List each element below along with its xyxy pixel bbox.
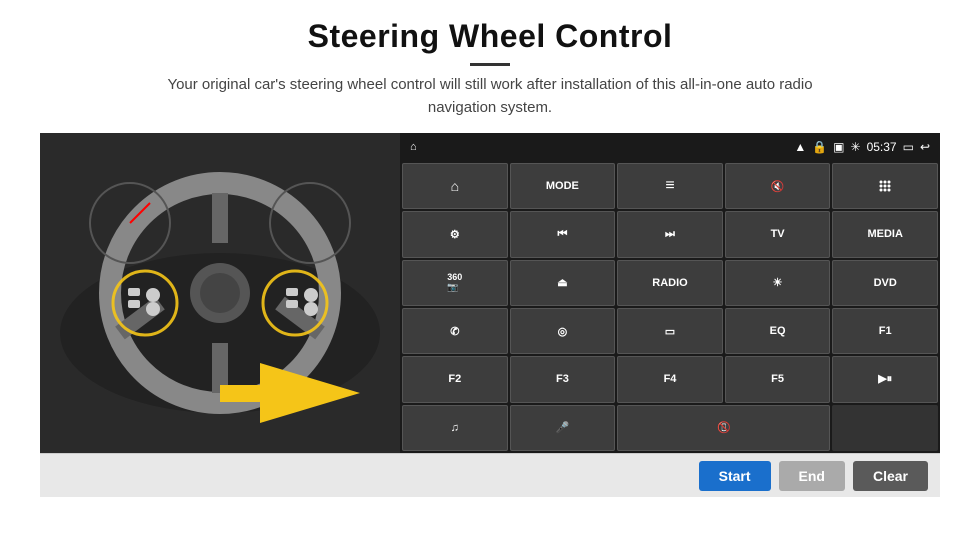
btn-play-pause[interactable]: ▶⏸ bbox=[832, 356, 938, 402]
clear-button[interactable]: Clear bbox=[853, 461, 928, 491]
btn-f3[interactable]: F3 bbox=[510, 356, 616, 402]
home-icon-status: ⌂ bbox=[410, 141, 417, 153]
wifi-icon: ▲ bbox=[794, 140, 806, 154]
btn-mute[interactable]: 🔇 bbox=[725, 163, 831, 209]
card-icon: ▣ bbox=[833, 140, 844, 154]
action-bar: Start End Clear bbox=[40, 453, 940, 497]
btn-eq[interactable]: EQ bbox=[725, 308, 831, 354]
btn-phone-end[interactable]: 📵 bbox=[617, 405, 830, 451]
btn-list[interactable] bbox=[617, 163, 723, 209]
page-wrapper: Steering Wheel Control Your original car… bbox=[0, 0, 980, 544]
button-grid: MODE 🔇 ⚙ ⏮ ⏭ TV MEDIA 360📷 ⏏ RADIO ☀ DVD bbox=[400, 161, 940, 453]
content-area: ⌂ ▲ 🔒 ▣ ✳ 05:37 ▭ ↩ MODE 🔇 bbox=[40, 133, 940, 453]
btn-f2[interactable]: F2 bbox=[402, 356, 508, 402]
status-right: ▲ 🔒 ▣ ✳ 05:37 ▭ ↩ bbox=[794, 140, 930, 154]
btn-f4[interactable]: F4 bbox=[617, 356, 723, 402]
btn-eject[interactable]: ⏏ bbox=[510, 260, 616, 306]
btn-nav[interactable]: ◎ bbox=[510, 308, 616, 354]
screen-icon: ▭ bbox=[903, 140, 914, 154]
page-title: Steering Wheel Control bbox=[40, 18, 940, 55]
btn-media[interactable]: MEDIA bbox=[832, 211, 938, 257]
btn-next[interactable]: ⏭ bbox=[617, 211, 723, 257]
btn-brightness[interactable]: ☀ bbox=[725, 260, 831, 306]
btn-mode[interactable]: MODE bbox=[510, 163, 616, 209]
back-icon: ↩ bbox=[920, 140, 930, 154]
btn-empty bbox=[832, 405, 938, 451]
status-bar: ⌂ ▲ 🔒 ▣ ✳ 05:37 ▭ ↩ bbox=[400, 133, 940, 161]
control-panel: ⌂ ▲ 🔒 ▣ ✳ 05:37 ▭ ↩ MODE 🔇 bbox=[400, 133, 940, 453]
bluetooth-icon: ✳ bbox=[851, 140, 861, 154]
btn-radio[interactable]: RADIO bbox=[617, 260, 723, 306]
btn-tv[interactable]: TV bbox=[725, 211, 831, 257]
btn-f1[interactable]: F1 bbox=[832, 308, 938, 354]
btn-360[interactable]: 360📷 bbox=[402, 260, 508, 306]
btn-f5[interactable]: F5 bbox=[725, 356, 831, 402]
end-button[interactable]: End bbox=[779, 461, 845, 491]
title-section: Steering Wheel Control Your original car… bbox=[40, 18, 940, 133]
start-button[interactable]: Start bbox=[699, 461, 771, 491]
lock-icon: 🔒 bbox=[812, 140, 827, 154]
btn-home[interactable] bbox=[402, 163, 508, 209]
title-divider bbox=[470, 63, 510, 66]
btn-apps[interactable] bbox=[832, 163, 938, 209]
btn-prev[interactable]: ⏮ bbox=[510, 211, 616, 257]
page-subtitle: Your original car's steering wheel contr… bbox=[140, 74, 840, 119]
btn-settings[interactable]: ⚙ bbox=[402, 211, 508, 257]
btn-phone[interactable]: ✆ bbox=[402, 308, 508, 354]
status-left: ⌂ bbox=[410, 141, 417, 153]
steering-wheel-image bbox=[40, 133, 400, 453]
btn-screen[interactable]: ▭ bbox=[617, 308, 723, 354]
time-display: 05:37 bbox=[867, 140, 897, 154]
btn-mic[interactable]: 🎤 bbox=[510, 405, 616, 451]
btn-dvd[interactable]: DVD bbox=[832, 260, 938, 306]
btn-music[interactable]: ♫ bbox=[402, 405, 508, 451]
